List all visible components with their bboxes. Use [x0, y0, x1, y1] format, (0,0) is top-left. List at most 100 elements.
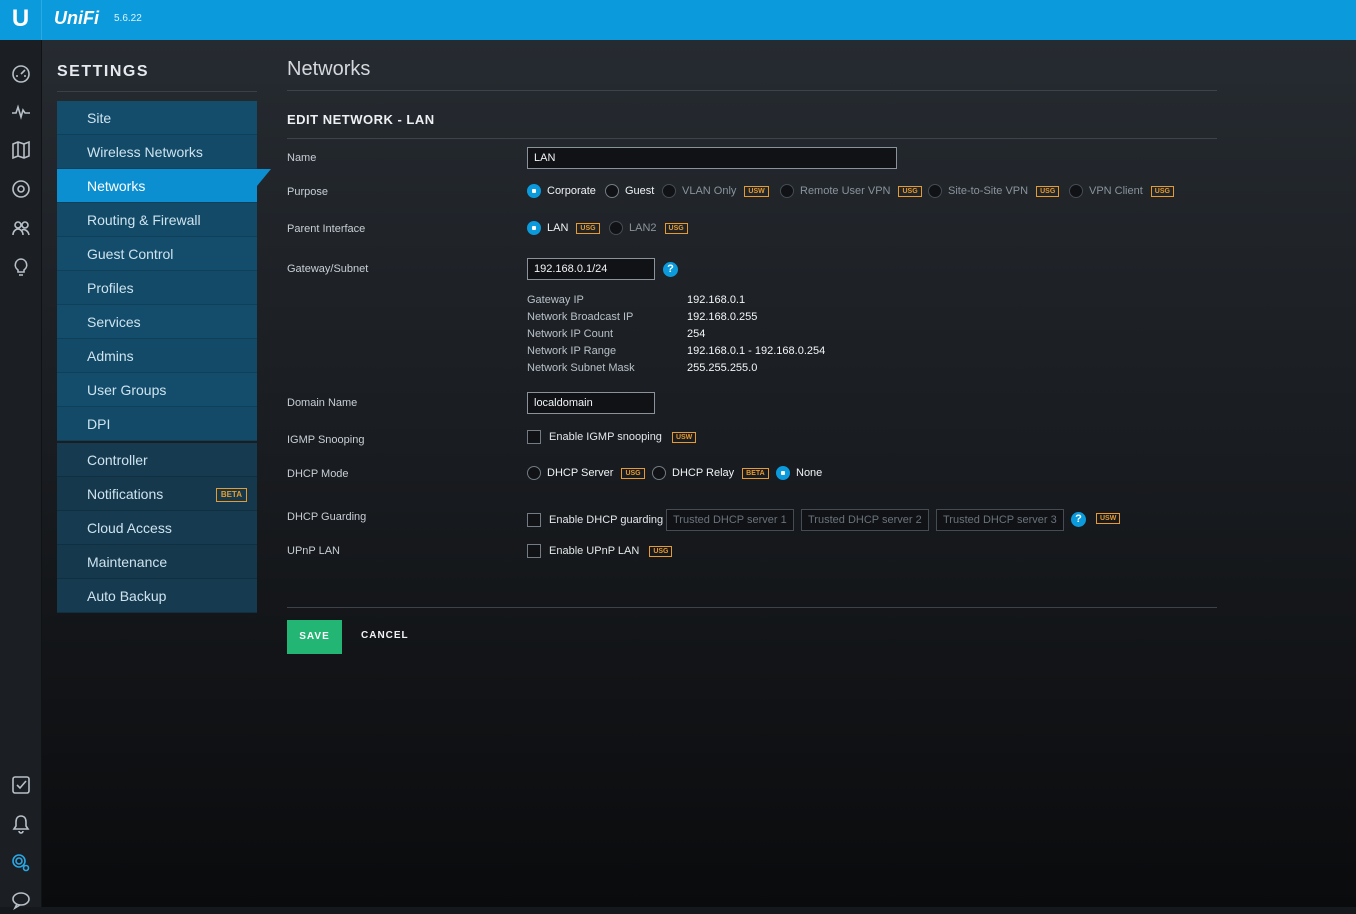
sidebar-item-admins[interactable]: Admins	[57, 339, 257, 373]
devices-icon[interactable]	[5, 175, 37, 203]
chat-icon[interactable]	[5, 886, 37, 914]
alerts-check-icon[interactable]	[5, 771, 37, 799]
subnet-mask-label: Network Subnet Mask	[527, 362, 635, 374]
help-icon[interactable]: ?	[1071, 512, 1086, 527]
sidebar-item-auto-backup[interactable]: Auto Backup	[57, 579, 257, 613]
purpose-label: Purpose	[287, 186, 328, 198]
radio-label: None	[796, 467, 823, 479]
sidebar-item-guest-control[interactable]: Guest Control	[57, 237, 257, 271]
radio-icon	[527, 466, 541, 480]
trusted-dhcp-server-2-field[interactable]: Trusted DHCP server 2	[801, 509, 929, 531]
radio-icon	[1069, 184, 1083, 198]
usg-badge: USG	[576, 222, 600, 234]
usw-badge-wrap: USW	[1094, 513, 1121, 524]
usg-badge: USG	[621, 467, 645, 479]
sidebar-item-maintenance[interactable]: Maintenance	[57, 545, 257, 579]
radio-label: LAN	[547, 222, 569, 234]
radio-label: VLAN Only	[682, 185, 737, 197]
beta-badge: BETA	[215, 488, 247, 502]
radio-icon	[662, 184, 676, 198]
sidebar-item-profiles[interactable]: Profiles	[57, 271, 257, 305]
settings-nav: Site Wireless Networks Networks Routing …	[57, 101, 271, 613]
cancel-button[interactable]: CANCEL	[361, 630, 409, 641]
section-title: EDIT NETWORK - LAN	[287, 112, 435, 127]
top-bar: U UniFi 5.6.22	[0, 0, 1356, 40]
radio-selected-icon	[527, 184, 541, 198]
radio-label: Corporate	[547, 185, 596, 197]
name-field[interactable]: LAN	[527, 147, 897, 169]
trusted-dhcp-server-3-field[interactable]: Trusted DHCP server 3	[936, 509, 1064, 531]
dhcp-none-radio[interactable]: None	[776, 466, 822, 480]
radio-icon	[652, 466, 666, 480]
sidebar-item-services[interactable]: Services	[57, 305, 257, 339]
purpose-guest-radio[interactable]: Guest	[605, 184, 654, 198]
divider	[57, 91, 257, 92]
clients-icon[interactable]	[5, 214, 37, 242]
broadcast-ip-label: Network Broadcast IP	[527, 311, 634, 323]
checkbox-label: Enable DHCP guarding	[549, 514, 664, 526]
dhcp-relay-radio[interactable]: DHCP Relay BETA	[652, 466, 769, 480]
settings-gear-icon[interactable]	[5, 849, 37, 877]
radio-label: Site-to-Site VPN	[948, 185, 1029, 197]
sidebar-item-label: Notifications	[87, 486, 164, 502]
checkbox-label: Enable IGMP snooping	[549, 431, 662, 443]
help-icon[interactable]: ?	[663, 262, 678, 277]
sidebar-item-site[interactable]: Site	[57, 101, 257, 135]
sidebar-item-cloud-access[interactable]: Cloud Access	[57, 511, 257, 545]
radio-label: DHCP Relay	[672, 467, 735, 479]
domain-name-field[interactable]: localdomain	[527, 392, 655, 414]
gateway-ip-value: 192.168.0.1	[687, 294, 746, 306]
checkbox-icon	[527, 430, 541, 444]
usw-badge: USW	[671, 431, 697, 443]
sidebar-item-routing-firewall[interactable]: Routing & Firewall	[57, 203, 257, 237]
usg-badge: USG	[1036, 185, 1060, 197]
radio-selected-icon	[527, 221, 541, 235]
divider	[287, 607, 1217, 608]
radio-icon	[605, 184, 619, 198]
beta-badge: BETA	[742, 467, 769, 479]
gateway-subnet-field[interactable]: 192.168.0.1/24	[527, 258, 655, 280]
ubiquiti-logo[interactable]: U	[0, 0, 42, 40]
sidebar-item-networks[interactable]: Networks	[57, 169, 271, 203]
dashboard-icon[interactable]	[5, 60, 37, 88]
dhcp-server-radio[interactable]: DHCP Server USG	[527, 466, 645, 480]
dhcp-guarding-label: DHCP Guarding	[287, 511, 367, 523]
purpose-corporate-radio[interactable]: Corporate	[527, 184, 596, 198]
radio-selected-icon	[776, 466, 790, 480]
statistics-icon[interactable]	[5, 98, 37, 126]
save-button[interactable]: SAVE	[287, 620, 342, 654]
parent-lan2-radio[interactable]: LAN2 USG	[609, 221, 688, 235]
sidebar-item-notifications[interactable]: Notifications BETA	[57, 477, 257, 511]
purpose-site-to-site-vpn-radio[interactable]: Site-to-Site VPN USG	[928, 184, 1060, 198]
sidebar-item-dpi[interactable]: DPI	[57, 407, 257, 441]
radio-label: DHCP Server	[547, 467, 614, 479]
left-icon-rail	[0, 40, 42, 910]
sidebar-item-user-groups[interactable]: User Groups	[57, 373, 257, 407]
notifications-bell-icon[interactable]	[5, 810, 37, 838]
divider	[287, 90, 1217, 91]
subnet-mask-value: 255.255.255.0	[687, 362, 758, 374]
sidebar-item-controller[interactable]: Controller	[57, 443, 257, 477]
insights-icon[interactable]	[5, 253, 37, 281]
usw-badge: USW	[744, 185, 769, 197]
checkbox-label: Enable UPnP LAN	[549, 545, 640, 557]
parent-interface-label: Parent Interface	[287, 223, 366, 235]
sidebar-item-wireless-networks[interactable]: Wireless Networks	[57, 135, 257, 169]
radio-label: Guest	[625, 185, 655, 197]
purpose-vpn-client-radio[interactable]: VPN Client USG	[1069, 184, 1174, 198]
purpose-vlan-only-radio[interactable]: VLAN Only USW	[662, 184, 769, 198]
ip-count-value: 254	[687, 328, 706, 340]
igmp-snooping-checkbox[interactable]: Enable IGMP snooping USW	[527, 430, 697, 444]
usw-badge: USW	[1096, 513, 1121, 524]
ip-range-label: Network IP Range	[527, 345, 617, 357]
purpose-remote-user-vpn-radio[interactable]: Remote User VPN USG	[780, 184, 922, 198]
ip-count-label: Network IP Count	[527, 328, 614, 340]
parent-lan-radio[interactable]: LAN USG	[527, 221, 600, 235]
trusted-dhcp-server-1-field[interactable]: Trusted DHCP server 1	[666, 509, 794, 531]
gateway-ip-label: Gateway IP	[527, 294, 584, 306]
ip-range-value: 192.168.0.1 - 192.168.0.254	[687, 345, 826, 357]
dhcp-guarding-checkbox[interactable]: Enable DHCP guarding	[527, 513, 663, 527]
map-icon[interactable]	[5, 136, 37, 164]
upnp-lan-checkbox[interactable]: Enable UPnP LAN USG	[527, 544, 673, 558]
radio-label: VPN Client	[1089, 185, 1143, 197]
